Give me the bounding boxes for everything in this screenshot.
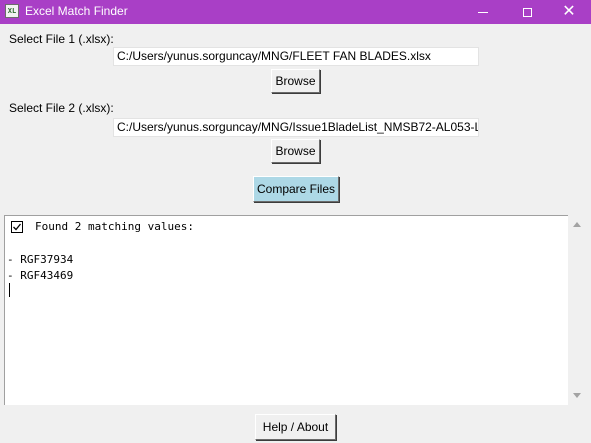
results-scrollbar[interactable] [568, 215, 587, 405]
match-item: - RGF37934 [7, 253, 74, 266]
minimize-icon [478, 11, 488, 13]
check-icon [11, 221, 23, 233]
file2-label: Select File 2 (.xlsx): [9, 101, 114, 115]
compare-files-button[interactable]: Compare Files [253, 176, 339, 202]
file2-path-input[interactable]: C:/Users/yunus.sorguncay/MNG/Issue1Blade… [113, 118, 479, 137]
results-summary: Found 2 matching values: [35, 220, 194, 233]
window-title: Excel Match Finder [25, 4, 128, 18]
results-text-area[interactable]: Found 2 matching values: - RGF37934 - RG… [4, 215, 568, 405]
scroll-down-arrow-icon[interactable] [573, 393, 581, 398]
file1-path-input[interactable]: C:/Users/yunus.sorguncay/MNG/FLEET FAN B… [113, 47, 479, 66]
close-button[interactable]: ✕ [547, 0, 591, 24]
maximize-button[interactable] [505, 0, 549, 24]
file1-browse-button[interactable]: Browse [271, 69, 320, 93]
file2-browse-button[interactable]: Browse [271, 139, 320, 163]
title-bar: XL Excel Match Finder ✕ [0, 0, 591, 24]
close-icon: ✕ [562, 3, 576, 20]
minimize-button[interactable] [461, 0, 505, 24]
match-item: - RGF43469 [7, 269, 74, 282]
help-about-button[interactable]: Help / About [255, 414, 336, 440]
text-caret [9, 283, 10, 297]
maximize-icon [522, 7, 532, 17]
file1-label: Select File 1 (.xlsx): [9, 32, 114, 46]
excel-app-icon: XL [5, 4, 19, 18]
scroll-up-arrow-icon[interactable] [573, 222, 581, 227]
